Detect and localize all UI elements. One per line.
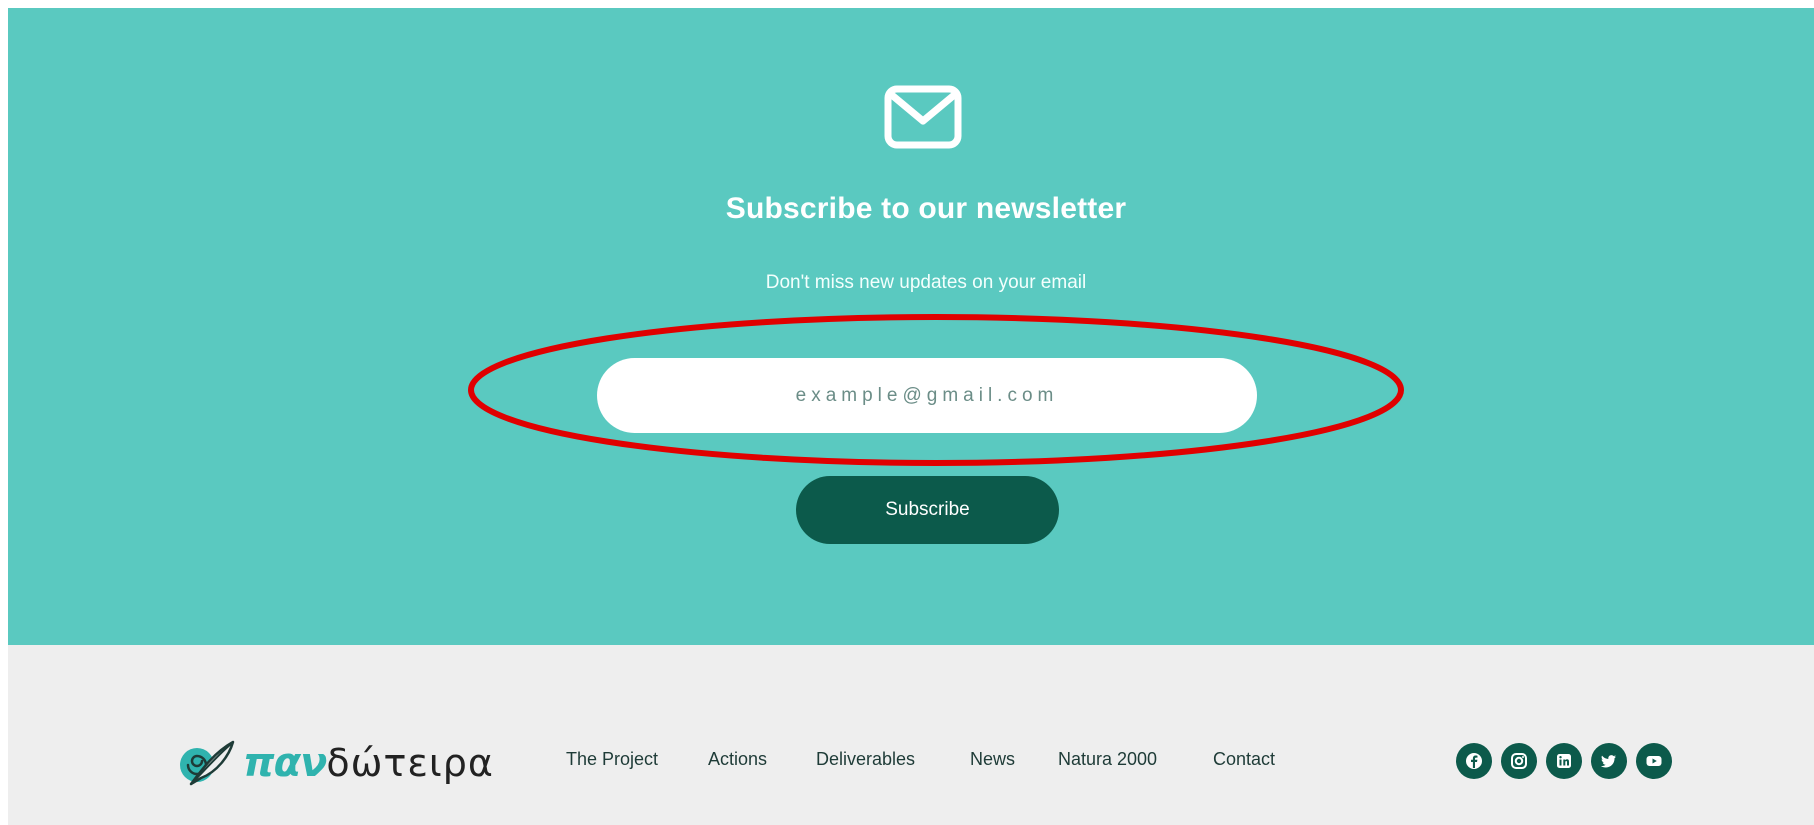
twitter-link[interactable] <box>1591 743 1627 779</box>
linkedin-link[interactable] <box>1546 743 1582 779</box>
logo-text-bold: παν <box>243 740 327 786</box>
nav-link-deliverables[interactable]: Deliverables <box>816 749 915 770</box>
leaf-spiral-icon <box>180 740 235 786</box>
nav-link-contact[interactable]: Contact <box>1213 749 1275 770</box>
youtube-icon <box>1646 756 1662 766</box>
footer <box>8 645 1814 825</box>
instagram-icon <box>1511 753 1527 769</box>
linkedin-icon <box>1557 754 1571 768</box>
subscribe-button[interactable]: Subscribe <box>796 476 1059 544</box>
email-input[interactable] <box>597 358 1257 433</box>
twitter-icon <box>1600 755 1616 768</box>
facebook-icon <box>1466 753 1482 769</box>
nav-link-natura-2000[interactable]: Natura 2000 <box>1058 749 1157 770</box>
facebook-link[interactable] <box>1456 743 1492 779</box>
nav-link-news[interactable]: News <box>970 749 1015 770</box>
instagram-link[interactable] <box>1501 743 1537 779</box>
nav-link-the-project[interactable]: The Project <box>566 749 658 770</box>
logo-text-light: δώτειρα <box>326 741 494 785</box>
envelope-icon <box>884 85 962 149</box>
newsletter-subtitle: Don't miss new updates on your email <box>765 272 1087 293</box>
site-logo[interactable]: παν δώτειρα <box>175 738 494 788</box>
newsletter-title: Subscribe to our newsletter <box>725 192 1127 225</box>
youtube-link[interactable] <box>1636 743 1672 779</box>
nav-link-actions[interactable]: Actions <box>708 749 767 770</box>
